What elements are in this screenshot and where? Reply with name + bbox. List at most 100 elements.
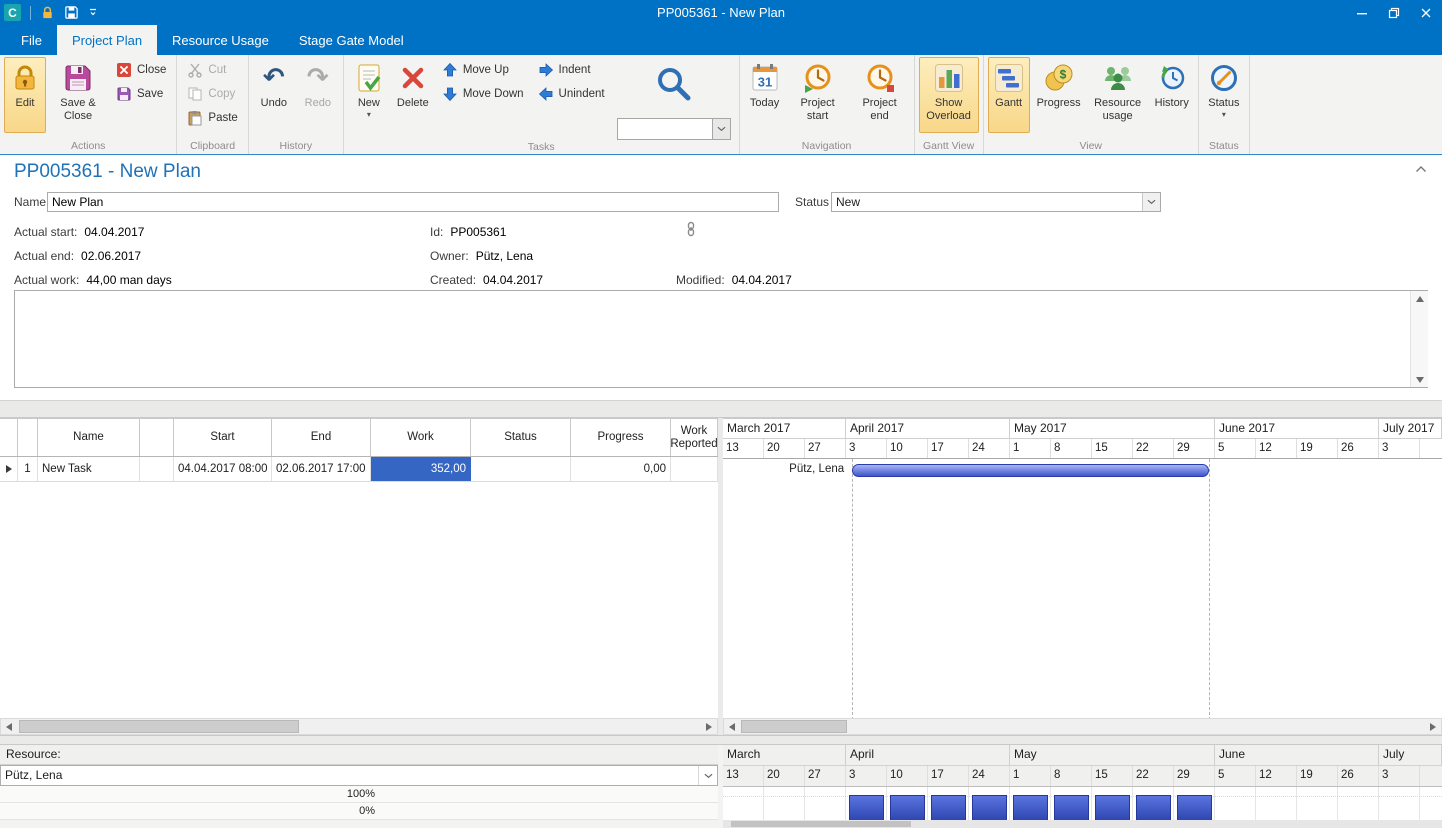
- column-header-x[interactable]: [140, 419, 174, 456]
- column-header-name[interactable]: Name: [38, 419, 140, 456]
- row-number-header[interactable]: [18, 419, 38, 456]
- timeline-week-filler: [1420, 439, 1442, 458]
- ribbon-button-progress[interactable]: $Progress: [1032, 57, 1086, 133]
- ribbon-button-unindent[interactable]: Unindent: [533, 82, 610, 106]
- customize-quick-access-icon[interactable]: [88, 7, 99, 18]
- project-boundary-guideline: [852, 459, 853, 718]
- scroll-down-icon[interactable]: [1411, 372, 1428, 387]
- scale-row: 0%: [0, 803, 718, 820]
- ribbon-button-history[interactable]: History: [1150, 57, 1194, 133]
- ribbon-button-paste[interactable]: Paste: [182, 106, 242, 130]
- ribbon-button-show-overload[interactable]: Show Overload: [919, 57, 979, 133]
- ribbon-button-indent[interactable]: Indent: [533, 58, 610, 82]
- ribbon-search-button[interactable]: [650, 59, 698, 109]
- cell-end: 02.06.2017 17:00: [272, 457, 371, 481]
- chevron-down-icon: ▾: [1222, 111, 1226, 119]
- window-title: PP005361 - New Plan: [0, 0, 1442, 25]
- timeline-week: 1: [1010, 766, 1051, 786]
- scroll-up-icon[interactable]: [1411, 291, 1428, 306]
- grid-hscrollbar[interactable]: [0, 718, 718, 735]
- chevron-down-icon[interactable]: [712, 119, 730, 139]
- restore-button[interactable]: [1378, 0, 1410, 25]
- scrollbar-thumb[interactable]: [731, 821, 911, 827]
- cell-progress: 0,00: [571, 457, 671, 481]
- ribbon-button-edit[interactable]: Edit: [4, 57, 46, 133]
- minimize-button[interactable]: [1346, 0, 1378, 25]
- link-icon[interactable]: [683, 221, 699, 237]
- tab-stage-gate-model[interactable]: Stage Gate Model: [284, 25, 419, 55]
- ribbon-button-delete[interactable]: Delete: [392, 57, 434, 133]
- column-header-work-reported[interactable]: Work Reported: [671, 419, 718, 456]
- timeline-week: 12: [1256, 439, 1297, 458]
- paste-icon: [187, 110, 203, 126]
- scroll-right-icon[interactable]: [1425, 719, 1441, 734]
- owner-value: Pütz, Lena: [476, 249, 533, 263]
- ribbon-button-redo[interactable]: ↷Redo: [297, 57, 339, 133]
- ribbon-button-save[interactable]: Save: [111, 82, 171, 106]
- column-header-progress[interactable]: Progress: [571, 419, 671, 456]
- scroll-right-icon[interactable]: [701, 719, 717, 734]
- arrow-up-icon: [442, 62, 458, 78]
- column-header-status[interactable]: Status: [471, 419, 571, 456]
- timeline-month: May 2017: [1010, 419, 1215, 438]
- ribbon-button-status[interactable]: Status▾: [1203, 57, 1245, 133]
- scrollbar-thumb[interactable]: [19, 720, 299, 733]
- close-button[interactable]: [1410, 0, 1442, 25]
- scroll-left-icon[interactable]: [1, 719, 17, 734]
- workload-chart-pane: MarchAprilMayJuneJuly 132027310172418152…: [723, 745, 1442, 828]
- notes-scrollbar[interactable]: [1410, 291, 1428, 387]
- ribbon-button-project-start[interactable]: Project start: [788, 57, 848, 133]
- scrollbar-thumb[interactable]: [741, 720, 847, 733]
- timeline-week: 12: [1256, 766, 1297, 786]
- save-icon[interactable]: [64, 5, 79, 20]
- workload-bar: [972, 795, 1007, 821]
- arrow-down-icon: [442, 86, 458, 102]
- tab-file[interactable]: File: [6, 25, 57, 55]
- chevron-down-icon: [1142, 193, 1160, 211]
- ribbon-filter-combo[interactable]: [617, 118, 731, 140]
- tab-project-plan[interactable]: Project Plan: [57, 25, 157, 55]
- collapse-panel-button[interactable]: [1415, 165, 1427, 173]
- ribbon-group-gantt-view: Show OverloadGantt View: [915, 55, 984, 154]
- status-icon: [1208, 62, 1240, 94]
- ribbon-button-save-close[interactable]: Save & Close: [48, 57, 108, 133]
- resource-hscrollbar[interactable]: [723, 820, 1442, 828]
- app-logo-icon[interactable]: C: [4, 4, 21, 21]
- timeline-month: July: [1379, 745, 1442, 765]
- column-header-end[interactable]: End: [272, 419, 371, 456]
- lock-icon[interactable]: [40, 5, 55, 20]
- horizontal-splitter[interactable]: [0, 400, 1442, 418]
- tab-resource-usage[interactable]: Resource Usage: [157, 25, 284, 55]
- status-combo[interactable]: New: [831, 192, 1161, 212]
- project-boundary-guideline: [1209, 459, 1210, 718]
- resource-combo[interactable]: Pütz, Lena: [0, 765, 718, 786]
- resource-value: Pütz, Lena: [1, 766, 698, 785]
- column-header-start[interactable]: Start: [174, 419, 272, 456]
- ribbon-button-move-down[interactable]: Move Down: [437, 82, 529, 106]
- column-header-work[interactable]: Work: [371, 419, 471, 456]
- id-value: PP005361: [450, 225, 506, 239]
- notes-textarea[interactable]: [14, 290, 1428, 388]
- gantt-task-bar[interactable]: [852, 464, 1209, 477]
- ribbon-button-cut[interactable]: Cut: [182, 58, 242, 82]
- ribbon-button-today[interactable]: 31Today: [744, 57, 786, 133]
- timeline-week: 20: [764, 439, 805, 458]
- ribbon-button-resource-usage[interactable]: Resource usage: [1088, 57, 1148, 133]
- ribbon-button-copy[interactable]: Copy: [182, 82, 242, 106]
- row-selector-header[interactable]: [0, 419, 18, 456]
- horizontal-splitter[interactable]: [0, 735, 1442, 745]
- ribbon-button-project-end[interactable]: Project end: [850, 57, 910, 133]
- ribbon: EditSave & CloseCloseSaveActionsCutCopyP…: [0, 55, 1442, 155]
- timeline-week: 19: [1297, 766, 1338, 786]
- ribbon-button-new[interactable]: New▾: [348, 57, 390, 133]
- ribbon-button-undo[interactable]: ↶Undo: [253, 57, 295, 133]
- actual-end-label: Actual end:: [14, 249, 74, 263]
- actual-start-label: Actual start:: [14, 225, 77, 239]
- ribbon-button-gantt[interactable]: Gantt: [988, 57, 1030, 133]
- scroll-left-icon[interactable]: [724, 719, 740, 734]
- ribbon-button-close[interactable]: Close: [111, 58, 171, 82]
- name-input[interactable]: [47, 192, 779, 212]
- task-row[interactable]: 1New Task04.04.2017 08:0002.06.2017 17:0…: [0, 457, 718, 482]
- gantt-hscrollbar[interactable]: [723, 718, 1442, 735]
- ribbon-button-move-up[interactable]: Move Up: [437, 58, 529, 82]
